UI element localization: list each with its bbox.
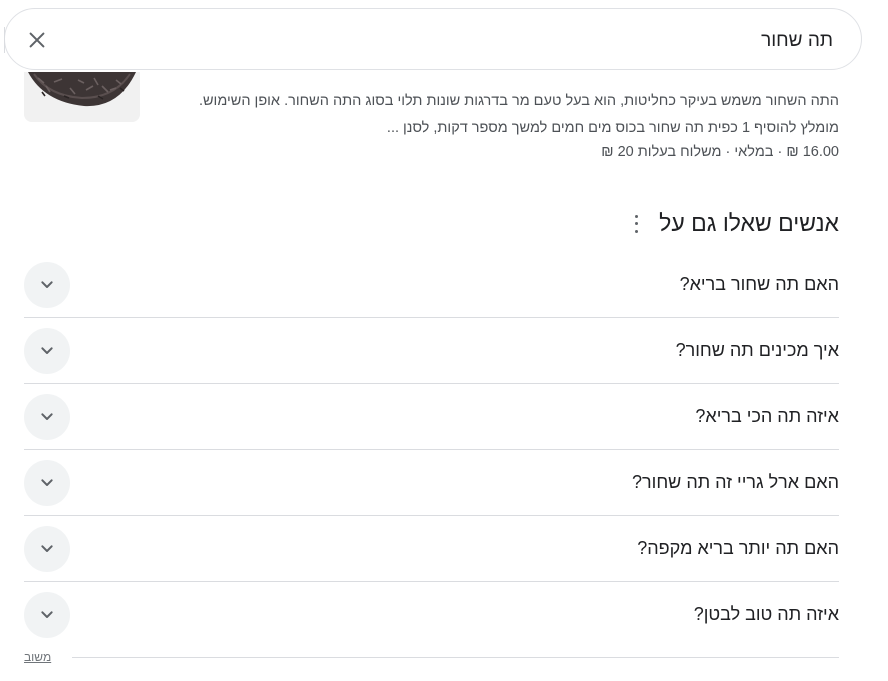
result-snippet: התה השחור משמש בעיקר כחליטות, הוא בעל טע… [198,93,839,136]
question-item[interactable]: איזה תה טוב לבטן? [24,582,839,648]
expand-button[interactable] [24,394,70,440]
question-text: האם תה יותר בריא מקפה? [637,538,839,558]
close-icon [29,32,45,48]
question-text: איזה תה טוב לבטן? [693,604,839,624]
question-item[interactable]: האם תה שחור בריא? [24,252,839,318]
product-price: 16.00 ₪ [786,144,839,160]
expand-button[interactable] [24,328,70,374]
question-item[interactable]: איזה תה הכי בריא? [24,384,839,450]
question-text: האם תה שחור בריא? [679,274,839,294]
search-bar [4,8,862,70]
product-meta: 16.00 ₪ · במלאי · משלוח בעלות 20 ₪ [601,144,839,160]
question-text: איך מכינים תה שחור? [675,340,839,360]
meta-separator: · [777,144,783,160]
people-also-ask-header: אנשים שאלו גם על [633,210,839,237]
search-divider [4,27,5,53]
expand-button[interactable] [24,592,70,638]
search-input[interactable] [111,25,835,57]
chevron-down-icon [41,611,53,618]
question-item[interactable]: האם ארל גריי זה תה שחור? [24,450,839,516]
people-also-ask-list: האם תה שחור בריא? איך מכינים תה שחור? אי… [24,252,839,648]
more-vert-icon[interactable] [633,214,639,233]
stock-status: במלאי [734,144,774,160]
chevron-down-icon [41,347,53,354]
tea-leaves-image [24,72,140,122]
expand-button[interactable] [24,526,70,572]
feedback-divider [72,657,839,658]
question-item[interactable]: האם תה יותר בריא מקפה? [24,516,839,582]
question-text: האם ארל גריי זה תה שחור? [632,472,839,492]
question-text: איזה תה הכי בריא? [695,406,839,426]
black-tea-thumbnail[interactable] [24,72,140,122]
chevron-down-icon [41,479,53,486]
feedback-link[interactable]: משוב [24,650,51,664]
meta-separator: · [725,144,731,160]
expand-button[interactable] [24,460,70,506]
expand-button[interactable] [24,262,70,308]
chevron-down-icon [41,281,53,288]
chevron-down-icon [41,413,53,420]
people-also-ask-title: אנשים שאלו גם על [659,210,839,236]
shipping-info: משלוח בעלות 20 ₪ [601,144,722,160]
chevron-down-icon [41,545,53,552]
question-item[interactable]: איך מכינים תה שחור? [24,318,839,384]
clear-search-button[interactable] [21,24,53,56]
